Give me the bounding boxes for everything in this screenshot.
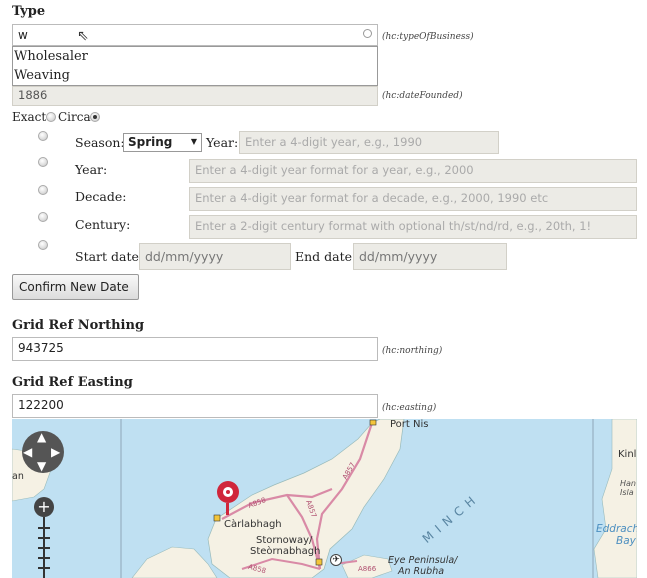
suggestion-item-weaving[interactable]: Weaving: [13, 66, 377, 85]
year-radio[interactable]: [38, 157, 48, 167]
century-input[interactable]: Enter a 2-digit century format with opti…: [189, 215, 637, 239]
type-input[interactable]: w ⇖: [12, 24, 378, 46]
map-label-carlabhagh: Càrlabhagh: [224, 519, 282, 530]
date-founded-input[interactable]: 1886: [12, 86, 378, 106]
season-select-value: Spring: [128, 135, 173, 149]
map-label-an: an: [12, 471, 24, 482]
zoom-tick: [38, 547, 50, 549]
map-label-bay: Bay: [616, 535, 636, 547]
century-radio[interactable]: [38, 212, 48, 222]
suggestion-list: Wholesaler Weaving: [12, 46, 378, 86]
northing-label: Grid Ref Northing: [12, 318, 145, 333]
zoom-tick: [38, 537, 50, 539]
circa-radio[interactable]: [90, 112, 100, 122]
date-founded-hint: (hc:dateFounded): [382, 91, 463, 101]
end-date-input[interactable]: dd/mm/yyyy: [353, 243, 507, 270]
pan-down-icon[interactable]: ▼: [37, 459, 46, 473]
map-label-harris-isle: Han Isla: [620, 479, 636, 497]
zoom-tick: [38, 527, 50, 529]
easting-input[interactable]: 122200: [12, 394, 378, 418]
clear-circle-icon[interactable]: [363, 29, 372, 38]
map-label-stornoway: Stornoway/: [256, 535, 313, 546]
zoom-tick: [38, 567, 50, 569]
marker-pin: [226, 503, 229, 515]
pan-left-icon[interactable]: ◀: [23, 445, 32, 459]
map-canvas: [12, 419, 637, 578]
map-label-kinl: Kinl: [618, 449, 637, 460]
zoom-tick: [38, 557, 50, 559]
start-date-label: Start date:: [75, 249, 144, 264]
season-label: Season:: [75, 135, 125, 150]
map-label-steornabhagh: Steòrnabhagh: [250, 546, 321, 557]
type-label: Type: [12, 4, 46, 19]
end-date-label: End date:: [295, 249, 357, 264]
map-label-eye-peninsula: Eye Peninsula/: [388, 555, 458, 566]
map-label-eddrach: Eddrach: [596, 523, 637, 535]
type-input-value: w: [18, 28, 28, 42]
suggestion-item-wholesaler[interactable]: Wholesaler: [13, 47, 377, 66]
century-label: Century:: [75, 217, 131, 232]
season-year-label: Year:: [206, 135, 239, 150]
dropdown-arrow-icon: ▼: [190, 137, 197, 146]
decade-label: Decade:: [75, 189, 127, 204]
northing-input[interactable]: 943725: [12, 337, 378, 361]
start-date-input[interactable]: dd/mm/yyyy: [139, 243, 291, 270]
easting-hint: (hc:easting): [382, 403, 437, 413]
type-hint: (hc:typeOfBusiness): [382, 32, 474, 42]
circa-label: Circa: [58, 110, 91, 124]
map-label-port-nis: Port Nis: [390, 419, 429, 430]
location-marker-icon[interactable]: [217, 481, 239, 503]
map-view[interactable]: ▲ ▼ ◀ ▶ + Port Nis Kinl an Han Isla A857…: [12, 419, 637, 578]
exact-radio[interactable]: [46, 112, 56, 122]
season-radio[interactable]: [38, 131, 48, 141]
year-label: Year:: [75, 162, 108, 177]
season-select[interactable]: Spring ▼: [123, 133, 202, 152]
range-radio[interactable]: [38, 240, 48, 250]
northing-hint: (hc:northing): [382, 346, 443, 356]
map-label-a866: A866: [358, 565, 377, 573]
zoom-in-icon[interactable]: +: [34, 497, 54, 517]
map-label-an-rubha: An Rubha: [398, 566, 445, 577]
easting-label: Grid Ref Easting: [12, 375, 133, 390]
map-pan-control[interactable]: ▲ ▼ ◀ ▶: [22, 430, 64, 473]
pan-up-icon[interactable]: ▲: [37, 430, 46, 444]
date-mode-group: Exact: [12, 110, 46, 124]
confirm-new-date-button[interactable]: Confirm New Date: [12, 274, 139, 300]
pan-right-icon[interactable]: ▶: [51, 445, 60, 459]
year-input[interactable]: Enter a 4-digit year format for a year, …: [189, 159, 637, 183]
decade-input[interactable]: Enter a 4-digit year format for a decade…: [189, 187, 637, 211]
mouse-cursor-icon: ⇖: [77, 28, 89, 44]
decade-radio[interactable]: [38, 185, 48, 195]
season-year-input[interactable]: Enter a 4-digit year, e.g., 1990: [239, 131, 499, 154]
airport-icon: ✈: [330, 554, 342, 566]
exact-label: Exact: [12, 110, 47, 124]
